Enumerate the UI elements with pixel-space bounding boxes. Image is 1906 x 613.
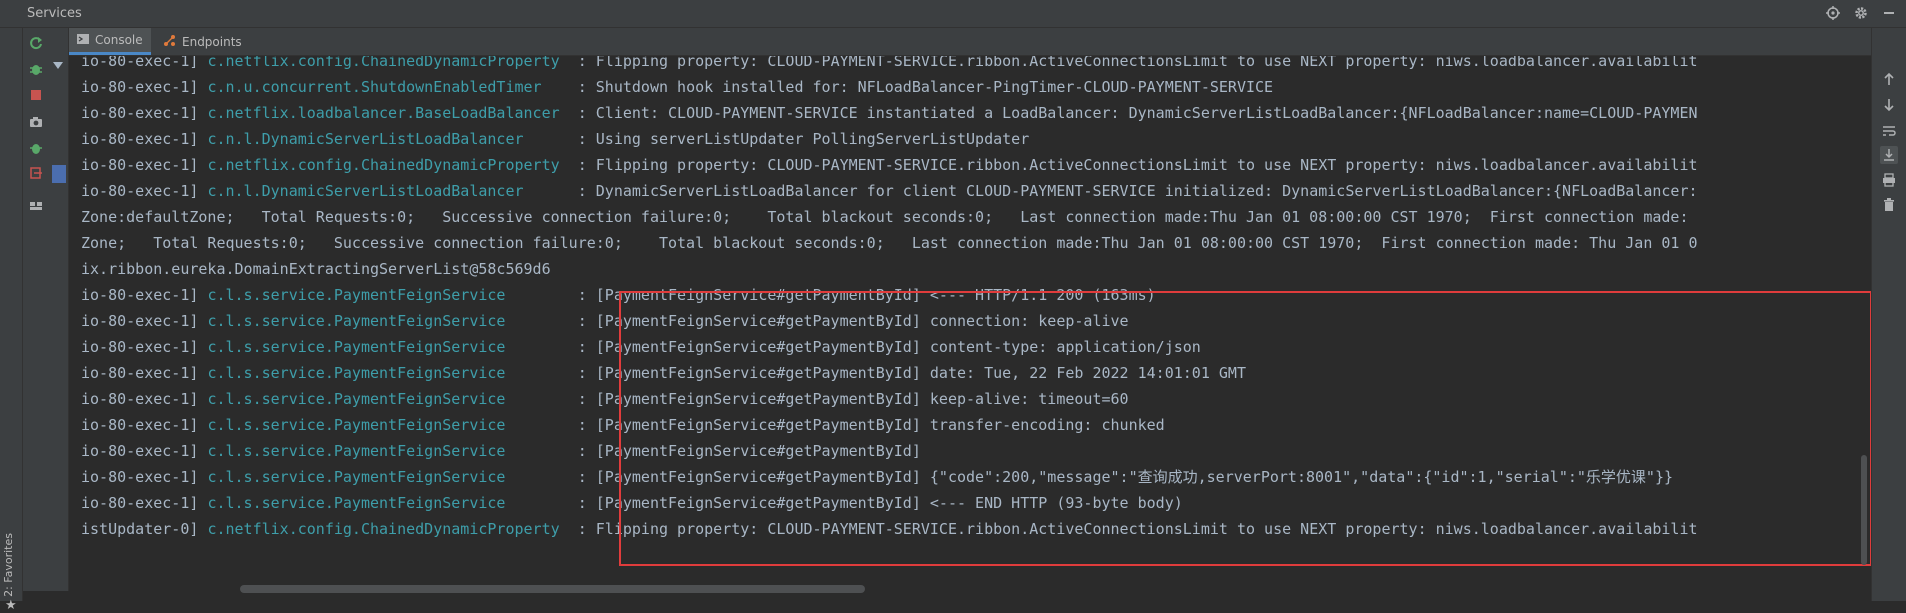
scroll-to-end-icon[interactable] (1880, 146, 1898, 164)
expand-arrow-icon[interactable] (53, 62, 63, 69)
log-line: io-80-exec-1] c.l.s.service.PaymentFeign… (81, 338, 1201, 356)
trash-icon[interactable] (1880, 196, 1898, 214)
console-icon (77, 33, 89, 48)
title-bar: Services (0, 0, 1906, 28)
rerun-icon[interactable] (28, 35, 44, 51)
log-line: io-80-exec-1] c.netflix.config.ChainedDy… (81, 156, 1698, 174)
favorites-label[interactable]: 2: Favorites (2, 533, 15, 597)
log-line: io-80-exec-1] c.n.u.concurrent.ShutdownE… (81, 78, 1274, 96)
selected-tree-node[interactable] (52, 165, 66, 183)
console-side-toolbar (1871, 28, 1906, 601)
camera-icon[interactable] (28, 114, 44, 130)
minimize-icon[interactable] (1880, 4, 1898, 22)
console-output[interactable]: io-80-exec-1] c.netflix.config.ChainedDy… (69, 56, 1871, 588)
debug-icon[interactable] (28, 61, 44, 77)
log-line: io-80-exec-1] c.netflix.loadbalancer.Bas… (81, 104, 1698, 122)
left-tool-window-strip: 2: Favorites ★ (0, 28, 23, 613)
exit-icon[interactable] (28, 165, 44, 181)
target-icon[interactable] (1824, 4, 1842, 22)
log-line: io-80-exec-1] c.l.s.service.PaymentFeign… (81, 468, 1674, 486)
arrow-down-icon[interactable] (1880, 96, 1898, 114)
stop-icon[interactable] (28, 87, 44, 103)
log-line: io-80-exec-1] c.netflix.config.ChainedDy… (81, 56, 1698, 70)
layout-icon[interactable] (28, 198, 44, 214)
log-line: istUpdater-0] c.netflix.config.ChainedDy… (81, 520, 1698, 538)
window-title: Services (27, 6, 82, 21)
log-line: io-80-exec-1] c.l.s.service.PaymentFeign… (81, 494, 1183, 512)
log-line: io-80-exec-1] c.l.s.service.PaymentFeign… (81, 442, 921, 460)
service-tree (49, 28, 69, 591)
log-line: io-80-exec-1] c.l.s.service.PaymentFeign… (81, 286, 1156, 304)
log-line: io-80-exec-1] c.n.l.DynamicServerListLoa… (81, 130, 1030, 148)
tab-console-label: Console (95, 33, 143, 47)
vertical-scrollbar-thumb[interactable] (1861, 455, 1867, 565)
log-line: io-80-exec-1] c.l.s.service.PaymentFeign… (81, 312, 1129, 330)
tab-endpoints-label: Endpoints (182, 34, 242, 49)
horizontal-scrollbar-thumb[interactable] (240, 585, 865, 593)
log-line: io-80-exec-1] c.l.s.service.PaymentFeign… (81, 390, 1129, 408)
soft-wrap-icon[interactable] (1880, 122, 1898, 140)
log-line: io-80-exec-1] c.l.s.service.PaymentFeign… (81, 364, 1246, 382)
log-line: Zone:defaultZone; Total Requests:0; Succ… (81, 208, 1698, 226)
star-icon[interactable]: ★ (5, 598, 17, 613)
log-line: ix.ribbon.eureka.DomainExtractingServerL… (81, 260, 551, 278)
log-line: io-80-exec-1] c.n.l.DynamicServerListLoa… (81, 182, 1698, 200)
print-icon[interactable] (1880, 171, 1898, 189)
endpoints-icon (163, 34, 176, 50)
tab-endpoints[interactable]: Endpoints (155, 28, 255, 55)
tab-console[interactable]: Console (69, 28, 151, 55)
debug-config-icon[interactable] (28, 140, 44, 156)
log-line: io-80-exec-1] c.l.s.service.PaymentFeign… (81, 416, 1165, 434)
tab-bar: Console Endpoints (69, 28, 1871, 56)
gear-icon[interactable] (1852, 4, 1870, 22)
log-line: Zone; Total Requests:0; Successive conne… (81, 234, 1698, 252)
services-toolbar (23, 28, 49, 591)
arrow-up-icon[interactable] (1880, 70, 1898, 88)
